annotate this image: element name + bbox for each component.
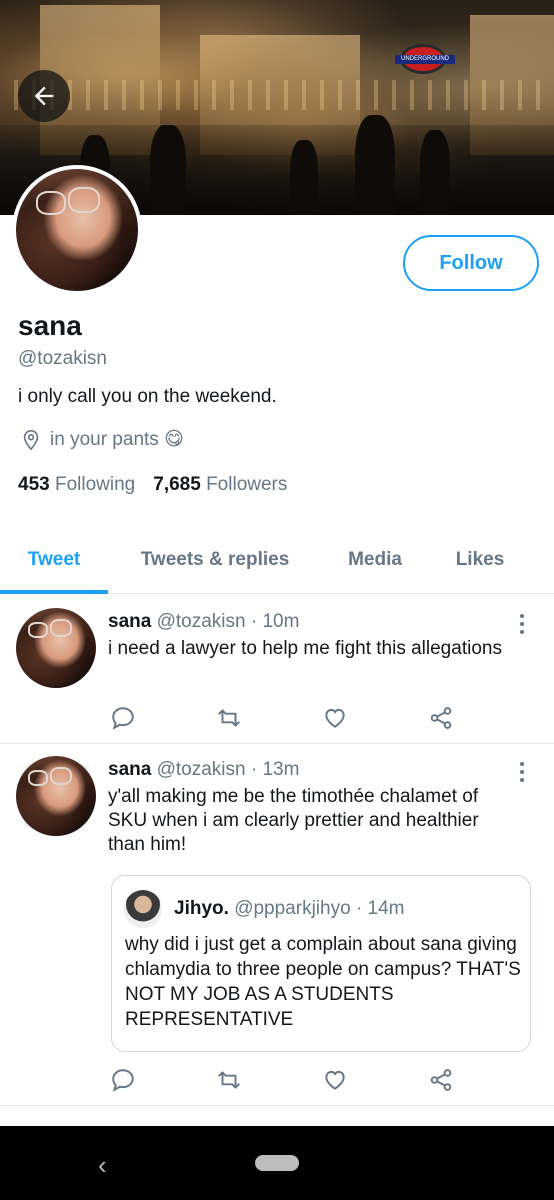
followers-stat[interactable]: 7,685 Followers bbox=[153, 474, 287, 496]
location-text: in your pants 😋 bbox=[50, 429, 184, 450]
reply-icon bbox=[112, 707, 134, 730]
profile-stats: 453 Following 7,685 Followers bbox=[18, 474, 287, 496]
glasses-lens bbox=[50, 619, 72, 637]
tweet-text: i need a lawyer to help me fight this al… bbox=[108, 638, 502, 659]
tweet[interactable]: sana @tozakisn · 10m i need a lawyer to … bbox=[0, 594, 554, 744]
system-home-pill[interactable] bbox=[255, 1155, 299, 1171]
tab-tweet[interactable]: Tweet bbox=[0, 528, 108, 594]
retweet-icon bbox=[218, 709, 240, 727]
banner-lights bbox=[0, 80, 554, 110]
glasses-lens bbox=[36, 191, 66, 215]
glasses-lens bbox=[28, 622, 48, 638]
glasses-lens bbox=[68, 187, 100, 213]
tweet-author-handle: @tozakisn bbox=[156, 611, 246, 632]
banner-person bbox=[420, 130, 450, 215]
share-icon bbox=[430, 1069, 452, 1091]
tweet-author-name: sana bbox=[108, 611, 152, 632]
quoted-tweet-avatar bbox=[124, 890, 162, 928]
banner-person bbox=[150, 125, 186, 215]
tweet-author-handle: @tozakisn bbox=[156, 759, 246, 780]
tab-media[interactable]: Media bbox=[330, 528, 420, 592]
tweet-author-name: sana bbox=[108, 759, 152, 780]
following-label: Following bbox=[54, 474, 136, 495]
profile-avatar[interactable] bbox=[12, 165, 142, 295]
profile-tabs: Tweet Tweets & replies Media Likes bbox=[0, 528, 554, 594]
tab-tweets-and-replies[interactable]: Tweets & replies bbox=[126, 528, 304, 592]
quoted-tweet-time: · 14m bbox=[355, 898, 405, 919]
tweet-actions bbox=[108, 704, 468, 732]
tweet-avatar[interactable] bbox=[16, 608, 96, 688]
underground-sign-text: UNDERGROUND bbox=[401, 56, 449, 62]
share-icon bbox=[430, 707, 452, 729]
profile-location: in your pants 😋 bbox=[20, 428, 184, 451]
retweet-button[interactable] bbox=[214, 1066, 244, 1094]
like-icon bbox=[325, 708, 345, 728]
retweet-icon bbox=[218, 1071, 240, 1089]
back-button[interactable] bbox=[18, 70, 70, 122]
tweet-time: · 10m bbox=[250, 611, 300, 632]
share-button[interactable] bbox=[426, 1066, 456, 1094]
followers-label: Followers bbox=[206, 474, 288, 495]
quoted-tweet-text: why did i just get a complain about sana… bbox=[125, 934, 521, 1030]
like-icon bbox=[325, 1070, 345, 1090]
glasses-lens bbox=[28, 770, 48, 786]
tweet-text: y'all making me be the timothée chalamet… bbox=[108, 786, 479, 855]
back-arrow-icon bbox=[34, 86, 54, 106]
profile-handle: @tozakisn bbox=[18, 348, 107, 369]
following-stat[interactable]: 453 Following bbox=[18, 474, 135, 496]
profile-bio: i only call you on the weekend. bbox=[18, 386, 277, 407]
quoted-tweet-header: Jihyo. @ppparkjihyo · 14m bbox=[174, 898, 405, 920]
retweet-button[interactable] bbox=[214, 704, 244, 732]
follow-button[interactable]: Follow bbox=[403, 235, 539, 291]
display-name: sana bbox=[18, 310, 82, 341]
tweet-header: sana @tozakisn · 13m bbox=[108, 759, 299, 781]
quoted-author-handle: @ppparkjihyo bbox=[234, 898, 351, 919]
glasses-lens bbox=[50, 767, 72, 785]
more-vertical-icon[interactable] bbox=[516, 762, 528, 782]
share-button[interactable] bbox=[426, 704, 456, 732]
like-button[interactable] bbox=[320, 704, 350, 732]
quoted-author-name: Jihyo. bbox=[174, 898, 229, 919]
underground-sign-bar: UNDERGROUND bbox=[395, 55, 455, 64]
tweet-avatar[interactable] bbox=[16, 756, 96, 836]
more-vertical-icon[interactable] bbox=[516, 614, 528, 634]
quoted-tweet[interactable]: Jihyo. @ppparkjihyo · 14m why did i just… bbox=[111, 875, 531, 1052]
reply-button[interactable] bbox=[108, 704, 138, 732]
tweet-actions bbox=[108, 1066, 468, 1094]
system-back-button[interactable]: ‹ bbox=[98, 1150, 107, 1181]
reply-icon bbox=[112, 1069, 134, 1092]
reply-button[interactable] bbox=[108, 1066, 138, 1094]
tweet-time: · 13m bbox=[250, 759, 300, 780]
banner-person bbox=[290, 140, 318, 215]
system-navigation-bar: ‹ bbox=[0, 1126, 554, 1200]
followers-count: 7,685 bbox=[153, 474, 201, 495]
tab-likes[interactable]: Likes bbox=[440, 528, 520, 592]
like-button[interactable] bbox=[320, 1066, 350, 1094]
location-pin-icon bbox=[23, 429, 39, 450]
following-count: 453 bbox=[18, 474, 50, 495]
tweet-header: sana @tozakisn · 10m bbox=[108, 611, 299, 633]
banner-person bbox=[355, 115, 395, 215]
